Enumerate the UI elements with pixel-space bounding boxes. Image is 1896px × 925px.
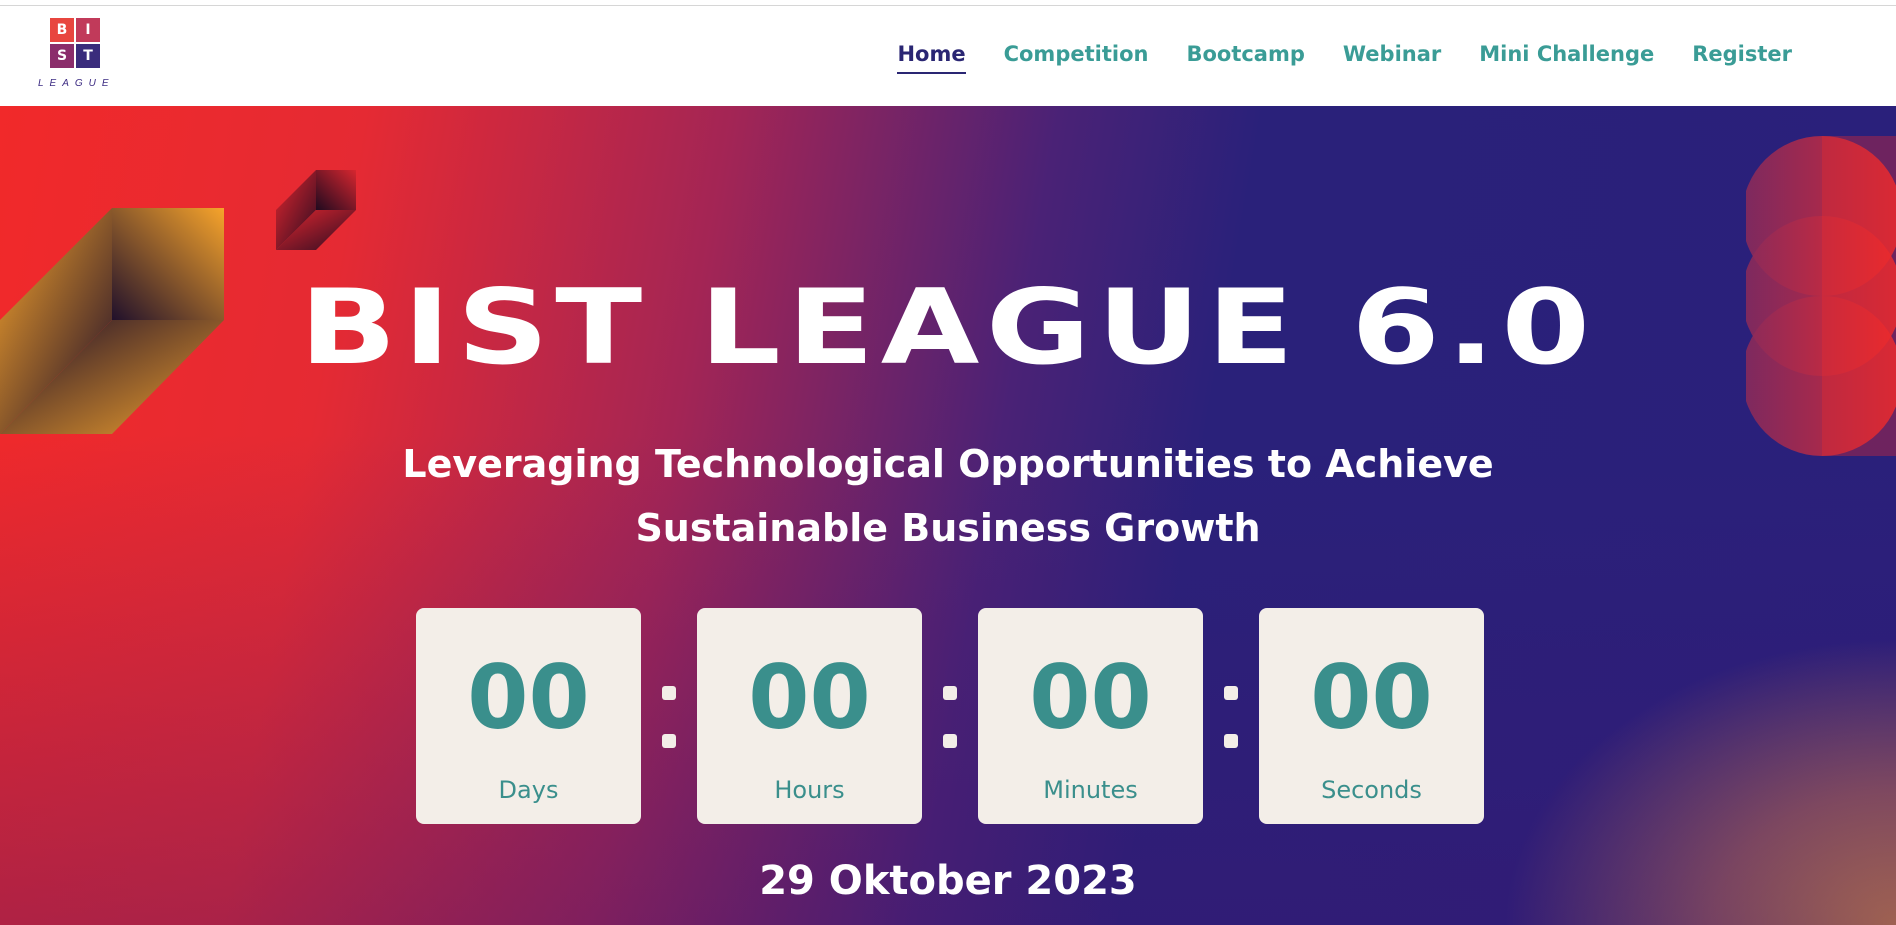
- separator-dot: [1224, 686, 1238, 700]
- logo-grid: B I S T: [50, 18, 100, 68]
- separator-dot: [1224, 734, 1238, 748]
- countdown-hours-value: 00: [748, 646, 871, 749]
- nav-home[interactable]: Home: [878, 42, 984, 74]
- hero-title: BIST LEAGUE 6.0: [299, 266, 1597, 388]
- logo-letter-i: I: [76, 18, 100, 42]
- nav-bootcamp[interactable]: Bootcamp: [1167, 42, 1323, 66]
- separator-dot: [943, 686, 957, 700]
- countdown-minutes-value: 00: [1029, 646, 1152, 749]
- countdown-days-value: 00: [467, 646, 590, 749]
- countdown-separator: [1203, 608, 1259, 824]
- countdown-minutes-label: Minutes: [1043, 776, 1138, 804]
- bist-league-logo[interactable]: B I S T LEAGUE: [38, 16, 114, 96]
- countdown-days-label: Days: [498, 776, 559, 804]
- countdown-seconds-value: 00: [1310, 646, 1433, 749]
- nav-webinar[interactable]: Webinar: [1324, 42, 1460, 66]
- event-date: 29 Oktober 2023: [759, 858, 1137, 904]
- hero-subtitle-line-1: Leveraging Technological Opportunities t…: [402, 442, 1494, 486]
- countdown-days: 00 Days: [416, 608, 641, 824]
- gradient-cube-small-icon: [276, 170, 356, 250]
- hero-section: BIST LEAGUE 6.0 Leveraging Technological…: [0, 106, 1896, 925]
- separator-dot: [662, 734, 676, 748]
- countdown-timer: 00 Days 00 Hours 00 Minutes 00 Seconds: [416, 608, 1484, 824]
- countdown-minutes: 00 Minutes: [978, 608, 1203, 824]
- logo-letter-b: B: [50, 18, 74, 42]
- logo-letter-s: S: [50, 44, 74, 68]
- main-nav: Home Competition Bootcamp Webinar Mini C…: [878, 42, 1811, 74]
- navbar: B I S T LEAGUE Home Competition Bootcamp…: [0, 6, 1896, 106]
- countdown-seconds: 00 Seconds: [1259, 608, 1484, 824]
- hero-subtitle-line-2: Sustainable Business Growth: [635, 506, 1261, 550]
- logo-wordmark: LEAGUE: [38, 78, 115, 89]
- countdown-hours: 00 Hours: [697, 608, 922, 824]
- separator-dot: [943, 734, 957, 748]
- nav-mini-challenge[interactable]: Mini Challenge: [1460, 42, 1673, 66]
- countdown-separator: [922, 608, 978, 824]
- separator-dot: [662, 686, 676, 700]
- nav-competition[interactable]: Competition: [985, 42, 1168, 66]
- countdown-hours-label: Hours: [774, 776, 845, 804]
- nav-register[interactable]: Register: [1673, 42, 1811, 66]
- countdown-seconds-label: Seconds: [1321, 776, 1422, 804]
- hero-subtitle: Leveraging Technological Opportunities t…: [0, 432, 1896, 560]
- logo-letter-t: T: [76, 44, 100, 68]
- countdown-separator: [641, 608, 697, 824]
